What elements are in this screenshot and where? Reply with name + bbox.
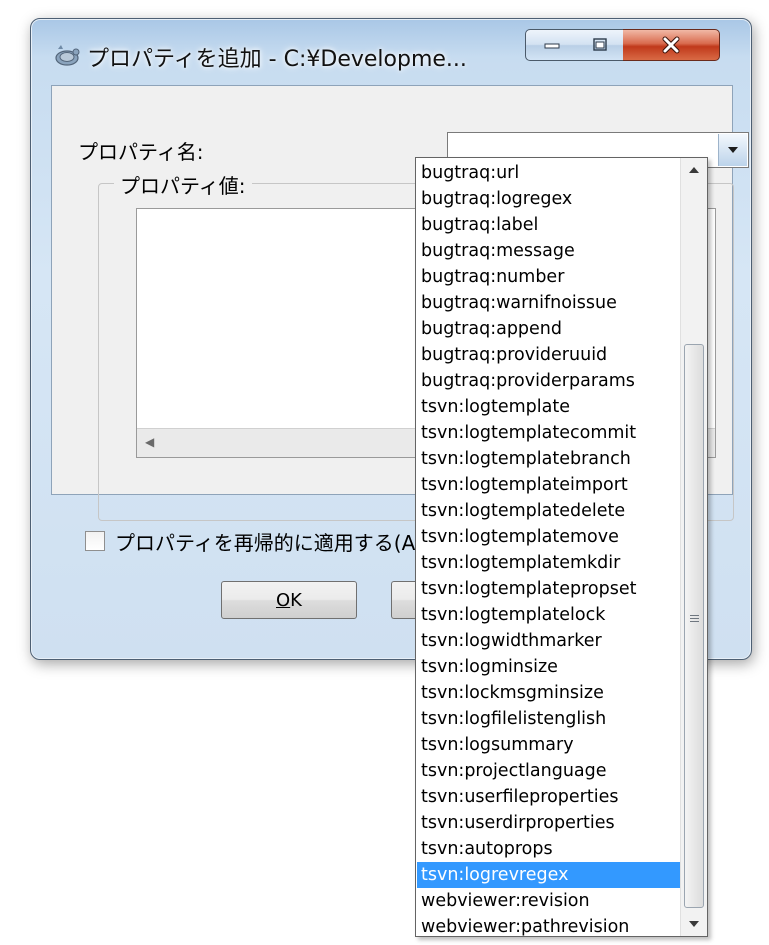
window-title: プロパティを追加 - C:¥Developme... (87, 47, 467, 72)
close-button[interactable] (623, 29, 720, 61)
list-item[interactable]: bugtraq:label (417, 212, 680, 238)
list-item[interactable]: tsvn:lockmsgminsize (417, 680, 680, 706)
list-item[interactable]: tsvn:logtemplatepropset (417, 576, 680, 602)
ok-button[interactable]: OK (221, 581, 357, 619)
title-bar[interactable]: プロパティを追加 - C:¥Developme... (31, 19, 751, 85)
ok-button-rest: K (290, 589, 302, 611)
maximize-button[interactable] (577, 29, 624, 61)
list-item[interactable]: tsvn:autoprops (417, 836, 680, 862)
maximize-icon (593, 38, 607, 51)
chevron-down-icon (689, 921, 699, 927)
list-item[interactable]: tsvn:logminsize (417, 654, 680, 680)
list-item[interactable]: tsvn:userfileproperties (417, 784, 680, 810)
list-item[interactable]: webviewer:pathrevision (417, 914, 680, 940)
property-name-label: プロパティ名: (78, 140, 204, 164)
list-item[interactable]: webviewer:revision (417, 888, 680, 914)
recursive-checkbox-label: プロパティを再帰的に適用する(A (115, 531, 416, 555)
list-item[interactable]: tsvn:userdirproperties (417, 810, 680, 836)
list-item[interactable]: tsvn:logtemplate (417, 394, 680, 420)
list-item[interactable]: bugtraq:provideruuid (417, 342, 680, 368)
list-item[interactable]: tsvn:logtemplatecommit (417, 420, 680, 446)
list-item[interactable]: tsvn:logfilelistenglish (417, 706, 680, 732)
list-item[interactable]: tsvn:logtemplatemkdir (417, 550, 680, 576)
list-item[interactable]: bugtraq:url (417, 160, 680, 186)
close-icon (662, 36, 680, 54)
recursive-checkbox[interactable] (85, 531, 105, 551)
list-item[interactable]: tsvn:logtemplatedelete (417, 498, 680, 524)
list-item[interactable]: bugtraq:providerparams (417, 368, 680, 394)
list-item[interactable]: tsvn:logtemplatemove (417, 524, 680, 550)
list-item[interactable]: tsvn:logtemplatebranch (417, 446, 680, 472)
list-item[interactable]: tsvn:logsummary (417, 732, 680, 758)
list-item[interactable]: tsvn:logrevregex (417, 862, 680, 888)
property-value-group-label: プロパティ値: (114, 170, 252, 199)
combo-dropdown-button[interactable] (718, 134, 747, 166)
list-item[interactable]: bugtraq:logregex (417, 186, 680, 212)
chevron-up-icon (689, 167, 699, 173)
thumb-grip-icon (690, 615, 699, 624)
scroll-down-button[interactable] (681, 912, 707, 936)
list-item[interactable]: bugtraq:message (417, 238, 680, 264)
property-list: bugtraq:url bugtraq:logregex bugtraq:label… (417, 160, 680, 940)
tortoise-app-icon (55, 45, 80, 66)
list-item[interactable]: bugtraq:append (417, 316, 680, 342)
list-item[interactable]: tsvn:projectlanguage (417, 758, 680, 784)
list-item[interactable]: tsvn:logtemplatelock (417, 602, 680, 628)
chevron-down-icon (728, 147, 738, 153)
list-item[interactable]: bugtraq:number (417, 264, 680, 290)
scroll-left-icon[interactable]: ◀ (145, 435, 154, 449)
scrollbar-thumb[interactable] (684, 344, 704, 908)
minimize-button[interactable] (525, 29, 579, 61)
list-item[interactable]: tsvn:logtemplateimport (417, 472, 680, 498)
scroll-up-button[interactable] (681, 158, 707, 182)
ok-mnemonic: O (276, 589, 291, 611)
list-item[interactable]: tsvn:logwidthmarker (417, 628, 680, 654)
minimize-icon (544, 43, 560, 49)
list-item[interactable]: bugtraq:warnifnoissue (417, 290, 680, 316)
property-name-dropdown-list[interactable]: bugtraq:url bugtraq:logregex bugtraq:label… (415, 157, 708, 937)
vertical-scrollbar[interactable] (680, 158, 707, 936)
